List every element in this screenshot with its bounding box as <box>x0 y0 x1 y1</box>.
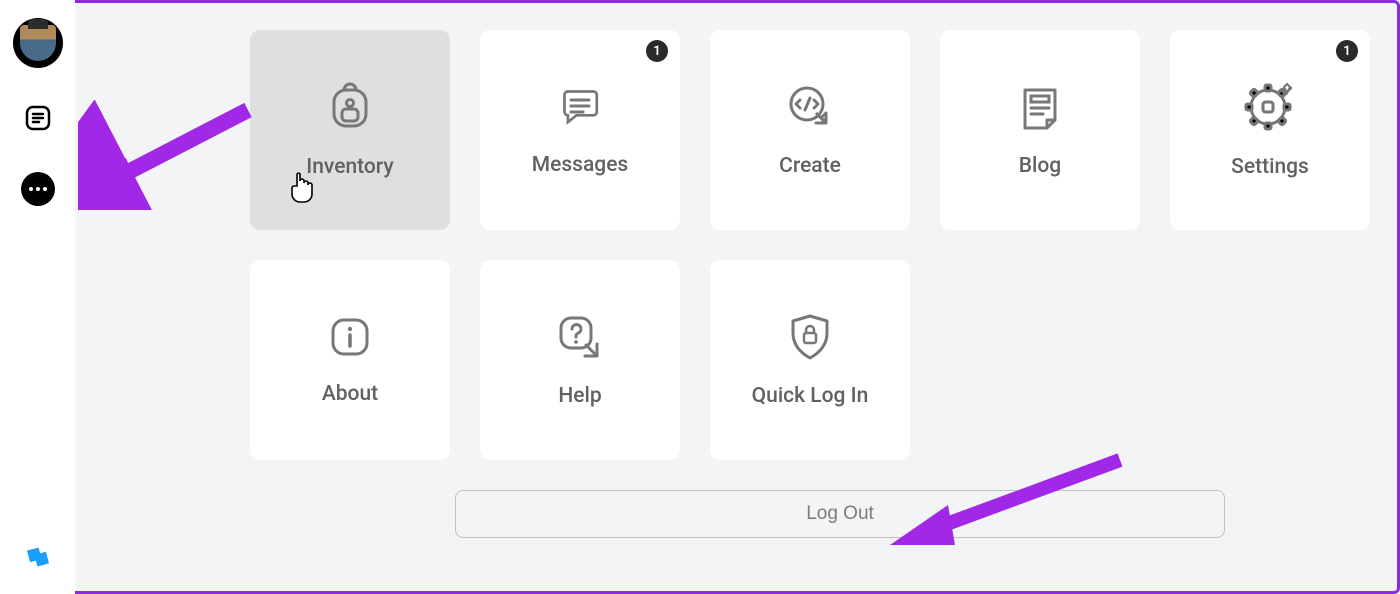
avatar[interactable] <box>13 18 63 68</box>
logout-button[interactable]: Log Out <box>455 490 1225 538</box>
tile-label: Blog <box>1019 154 1061 178</box>
tile-settings[interactable]: 1 <box>1170 30 1370 230</box>
tile-messages[interactable]: 1 Messages <box>480 30 680 230</box>
tile-blog[interactable]: Blog <box>940 30 1140 230</box>
tile-quick-login[interactable]: Quick Log In <box>710 260 910 460</box>
roblox-studio-logo[interactable] <box>23 542 53 572</box>
sidebar <box>0 0 75 594</box>
tile-label: Settings <box>1231 155 1309 179</box>
tile-help[interactable]: Help <box>480 260 680 460</box>
tile-label: About <box>322 382 378 406</box>
tile-about[interactable]: About <box>250 260 450 460</box>
help-icon <box>555 312 605 362</box>
feed-icon <box>25 105 51 131</box>
shield-lock-icon <box>787 312 833 362</box>
badge: 1 <box>1336 40 1358 62</box>
backpack-icon <box>324 81 376 133</box>
badge: 1 <box>646 40 668 62</box>
tile-create[interactable]: Create <box>710 30 910 230</box>
roblox-studio-icon <box>23 542 53 572</box>
tile-inventory[interactable]: Inventory <box>250 30 450 230</box>
blog-icon <box>1015 82 1065 132</box>
tile-label: Create <box>779 154 841 178</box>
tile-label: Quick Log In <box>752 384 869 408</box>
tile-label: Help <box>558 384 601 408</box>
dot-icon <box>29 187 33 191</box>
dot-icon <box>43 187 47 191</box>
sidebar-more-button[interactable] <box>21 172 55 206</box>
code-icon <box>785 82 835 132</box>
message-icon <box>556 83 604 131</box>
gear-icon <box>1244 81 1296 133</box>
sidebar-feed-button[interactable] <box>18 98 58 138</box>
tile-label: Messages <box>532 153 629 177</box>
info-icon <box>327 314 373 360</box>
content-area: Inventory 1 Messages <box>75 0 1400 594</box>
tile-label: Inventory <box>306 155 393 179</box>
dot-icon <box>36 187 40 191</box>
